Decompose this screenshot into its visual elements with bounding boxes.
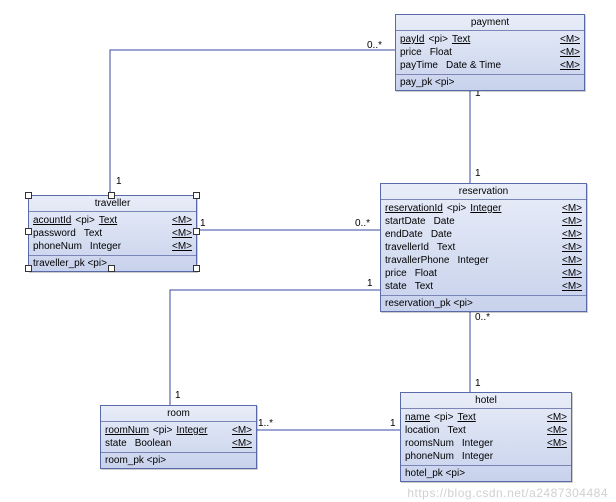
attr-row: roomNum<pi>Integer<M> — [105, 424, 252, 437]
attr-row: payTimeDate & Time<M> — [400, 59, 580, 72]
diagram-canvas: 0..* 1 1 1 1 0..* 0..* 1 1 1..* 1 1 paym… — [0, 0, 616, 502]
selection-handle[interactable] — [193, 192, 200, 199]
mult-res-room: 1 — [367, 278, 373, 289]
mult-traveller-right: 1 — [200, 218, 206, 229]
entity-attrs: roomNum<pi>Integer<M>stateBoolean<M> — [101, 422, 256, 453]
entity-reservation[interactable]: reservation reservationId<pi>Integer<M>s… — [380, 183, 587, 312]
mult-room-top: 1 — [175, 390, 181, 401]
attr-row: priceFloat<M> — [400, 46, 580, 59]
entity-title: hotel — [401, 393, 571, 409]
attr-row: phoneNumInteger — [405, 450, 567, 463]
selection-handle[interactable] — [25, 192, 32, 199]
attr-row: phoneNumInteger<M> — [33, 240, 192, 253]
entity-title: room — [101, 406, 256, 422]
attr-row: stateText<M> — [385, 280, 582, 293]
attr-row: reservationId<pi>Integer<M> — [385, 202, 582, 215]
entity-pk: hotel_pk <pi> — [401, 466, 571, 481]
attr-row: stateBoolean<M> — [105, 437, 252, 450]
mult-hotel-left: 1 — [390, 418, 396, 429]
entity-attrs: acountId<pi>Text<M>passwordText<M>phoneN… — [29, 212, 196, 256]
entity-attrs: reservationId<pi>Integer<M>startDateDate… — [381, 200, 586, 296]
entity-attrs: name<pi>Text<M>locationText<M>roomsNumIn… — [401, 409, 571, 466]
entity-pk: reservation_pk <pi> — [381, 296, 586, 311]
mult-reservation-left: 0..* — [355, 218, 370, 229]
selection-handle[interactable] — [193, 265, 200, 272]
entity-payment[interactable]: payment payId<pi>Text<M>priceFloat<M>pay… — [395, 14, 585, 91]
attr-row: endDateDate<M> — [385, 228, 582, 241]
selection-handle[interactable] — [108, 265, 115, 272]
attr-row: acountId<pi>Text<M> — [33, 214, 192, 227]
entity-room[interactable]: room roomNum<pi>Integer<M>stateBoolean<M… — [100, 405, 257, 469]
attr-row: name<pi>Text<M> — [405, 411, 567, 424]
attr-row: travellerIdText<M> — [385, 241, 582, 254]
attr-row: travallerPhoneInteger<M> — [385, 254, 582, 267]
attr-row: locationText<M> — [405, 424, 567, 437]
attr-row: passwordText<M> — [33, 227, 192, 240]
selection-handle[interactable] — [193, 228, 200, 235]
mult-traveller-top: 1 — [116, 176, 122, 187]
entity-title: reservation — [381, 184, 586, 200]
attr-row: startDateDate<M> — [385, 215, 582, 228]
entity-pk: pay_pk <pi> — [396, 75, 584, 90]
entity-title: payment — [396, 15, 584, 31]
selection-handle[interactable] — [25, 265, 32, 272]
watermark: https://blog.csdn.net/a2487304484 — [407, 486, 608, 500]
mult-room-right: 1..* — [258, 418, 273, 429]
mult-reservation-bot: 0..* — [475, 312, 490, 323]
attr-row: payId<pi>Text<M> — [400, 33, 580, 46]
entity-pk: room_pk <pi> — [101, 453, 256, 468]
selection-handle[interactable] — [108, 192, 115, 199]
entity-traveller[interactable]: traveller acountId<pi>Text<M>passwordTex… — [28, 195, 197, 272]
mult-reservation-top: 1 — [475, 168, 481, 179]
mult-hotel-top: 1 — [475, 378, 481, 389]
selection-handle[interactable] — [25, 228, 32, 235]
entity-hotel[interactable]: hotel name<pi>Text<M>locationText<M>room… — [400, 392, 572, 482]
mult-payment-left: 0..* — [367, 40, 382, 51]
attr-row: roomsNumInteger<M> — [405, 437, 567, 450]
entity-attrs: payId<pi>Text<M>priceFloat<M>payTimeDate… — [396, 31, 584, 75]
attr-row: priceFloat<M> — [385, 267, 582, 280]
